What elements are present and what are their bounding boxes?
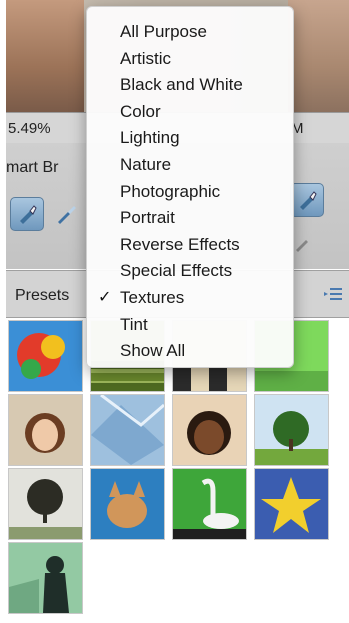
thumbnail-parrot[interactable] <box>8 320 83 392</box>
thumbnail-woman-portrait[interactable] <box>8 394 83 466</box>
tree-sky-image <box>255 395 328 465</box>
menu-item-textures[interactable]: ✓ Textures <box>87 285 293 312</box>
menu-item-label: Photographic <box>120 181 221 201</box>
presets-label[interactable]: Presets <box>15 287 69 305</box>
menu-item-black-and-white[interactable]: Black and White <box>87 72 293 99</box>
menu-item-label: Show All <box>120 341 186 361</box>
zoom-level[interactable]: 5.49% <box>8 120 51 137</box>
menu-item-label: Special Effects <box>120 261 233 281</box>
menu-item-reverse-effects[interactable]: Reverse Effects <box>87 232 293 259</box>
woman-portrait-image <box>9 395 82 465</box>
cat-image <box>91 469 164 539</box>
brush-subtract-icon <box>296 240 308 252</box>
menu-item-label: Artistic <box>120 48 171 68</box>
photo-left-region <box>6 0 84 112</box>
menu-item-nature[interactable]: Nature <box>87 152 293 179</box>
thumbnail-swan[interactable] <box>172 468 247 540</box>
menu-item-label: Tint <box>120 314 148 334</box>
blue-texture-image <box>91 395 164 465</box>
parrot-image <box>9 321 82 391</box>
swan-image <box>173 469 246 539</box>
smart-brush-tool-button[interactable] <box>10 197 44 231</box>
panel-menu-button[interactable] <box>324 285 344 303</box>
menu-item-all-purpose[interactable]: All Purpose <box>87 19 293 46</box>
menu-item-label: Color <box>120 101 161 121</box>
subtract-from-selection-button[interactable] <box>292 229 318 255</box>
menu-item-artistic[interactable]: Artistic <box>87 46 293 73</box>
checkmark-icon: ✓ <box>98 288 112 306</box>
list-menu-icon <box>324 288 342 300</box>
thumbnail-girl-portrait[interactable] <box>172 394 247 466</box>
menu-item-special-effects[interactable]: Special Effects <box>87 258 293 285</box>
thumbnail-blue-texture[interactable] <box>90 394 165 466</box>
thumbnail-cat[interactable] <box>90 468 165 540</box>
thumbnail-silhouette[interactable] <box>8 542 83 614</box>
brush-add-icon <box>300 191 317 210</box>
menu-item-lighting[interactable]: Lighting <box>87 125 293 152</box>
brush-icon <box>20 205 37 224</box>
editor-window: 5.49% M mart Br Presets All Purpose Arti… <box>6 0 349 623</box>
silhouette-image <box>9 543 82 613</box>
add-to-selection-button[interactable] <box>290 183 324 217</box>
photo-right-region <box>288 0 349 112</box>
menu-item-label: All Purpose <box>120 22 207 41</box>
menu-item-label: Black and White <box>120 75 243 95</box>
menu-item-color[interactable]: Color <box>87 99 293 126</box>
menu-item-portrait[interactable]: Portrait <box>87 205 293 232</box>
detail-brush-icon <box>58 206 76 224</box>
menu-item-label: Textures <box>120 287 185 307</box>
thumbnail-tree-dark[interactable] <box>8 468 83 540</box>
thumbnail-yellow-star[interactable] <box>254 468 329 540</box>
menu-item-label: Lighting <box>120 128 180 148</box>
girl-portrait-image <box>173 395 246 465</box>
detail-brush-tool-button[interactable] <box>54 201 80 227</box>
yellow-star-image <box>255 469 328 539</box>
menu-item-label: Portrait <box>120 208 175 228</box>
presets-dropdown-menu: All Purpose Artistic Black and White Color L… <box>86 6 294 368</box>
tree-dark-image <box>9 469 82 539</box>
menu-item-photographic[interactable]: Photographic <box>87 179 293 206</box>
menu-item-show-all[interactable]: Show All <box>87 338 293 365</box>
menu-item-label: Reverse Effects <box>120 234 240 254</box>
menu-item-label: Nature <box>120 154 172 174</box>
menu-item-tint[interactable]: Tint <box>87 312 293 339</box>
thumbnail-tree-sky[interactable] <box>254 394 329 466</box>
smart-brush-label: mart Br <box>6 159 59 176</box>
